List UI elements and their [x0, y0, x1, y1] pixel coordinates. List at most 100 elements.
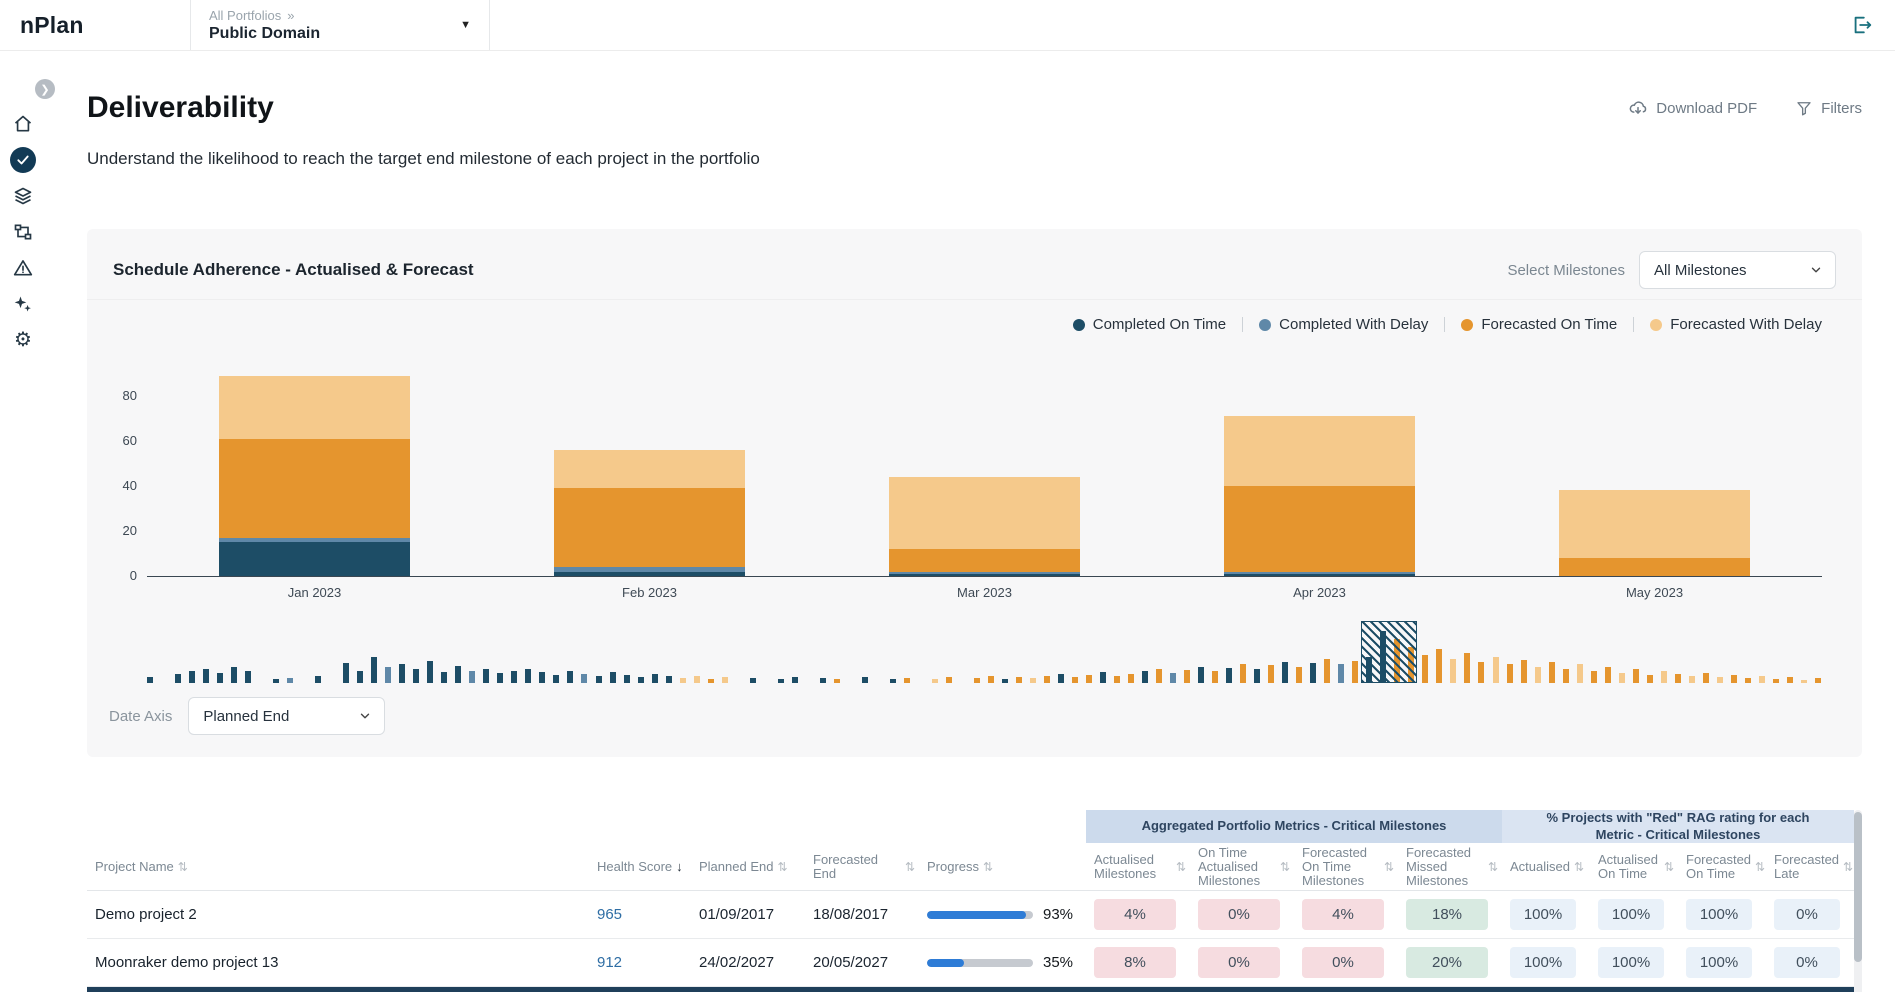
- minimap-bar: [273, 679, 279, 683]
- column-header-forecasted-end[interactable]: Forecasted End⇅: [805, 853, 919, 881]
- table-vertical-scrollbar[interactable]: [1854, 810, 1862, 992]
- forecasted-on-time-segment: [1559, 558, 1750, 576]
- table-row[interactable]: Demo project 296501/09/201718/08/201793%…: [87, 891, 1862, 939]
- column-header-health-score[interactable]: Health Score↓: [589, 860, 691, 874]
- column-header-actualised[interactable]: Actualised⇅: [1502, 860, 1590, 874]
- filters-button[interactable]: Filters: [1795, 99, 1862, 117]
- column-header-actualised-milestones[interactable]: Actualised Milestones⇅: [1086, 853, 1190, 881]
- metric-cell: 100%: [1502, 891, 1590, 938]
- minimap-bar: [1058, 674, 1064, 683]
- bar-feb-2023[interactable]: [554, 363, 745, 576]
- date-axis-select[interactable]: Planned End: [188, 697, 385, 735]
- minimap-bar: [1464, 653, 1470, 683]
- progress-label: 93%: [1043, 906, 1073, 923]
- sidebar-item-portfolios[interactable]: [10, 183, 36, 209]
- sidebar-item-deliverability[interactable]: [10, 147, 36, 173]
- column-header-forecasted-on-time[interactable]: Forecasted On Time⇅: [1678, 853, 1766, 881]
- minimap-bar: [1717, 677, 1723, 683]
- minimap-bar: [1086, 675, 1092, 683]
- projects-table: Aggregated Portfolio Metrics - Critical …: [87, 810, 1862, 992]
- group-header-spacer: [87, 810, 1086, 843]
- minimap-bar: [567, 671, 573, 683]
- sidebar-item-home[interactable]: [10, 111, 36, 137]
- legend-divider: [1444, 317, 1445, 332]
- column-header-on-time-actualised-milestones[interactable]: On Time Actualised Milestones⇅: [1190, 846, 1294, 888]
- minimap-bar: [1044, 676, 1050, 683]
- milestones-select[interactable]: All Milestones: [1639, 251, 1836, 289]
- sign-out-icon: [1851, 14, 1873, 36]
- health-score-link[interactable]: 912: [597, 954, 622, 971]
- minimap-bar: [694, 676, 700, 683]
- minimap-bar: [539, 672, 545, 683]
- page-subtitle: Understand the likelihood to reach the t…: [87, 149, 1862, 169]
- column-header-forecasted-on-time-milestones[interactable]: Forecasted On Time Milestones⇅: [1294, 846, 1398, 888]
- sidebar-expand-button[interactable]: ❯: [35, 79, 55, 99]
- sort-icon: ⇅: [983, 860, 993, 874]
- gear-icon: ⚙: [14, 330, 32, 350]
- minimap-bar: [1549, 662, 1555, 683]
- minimap-bar: [750, 678, 756, 683]
- legend-dot-icon: [1259, 319, 1271, 331]
- metric-badge: 100%: [1686, 899, 1752, 930]
- minimap-selection-brush[interactable]: [1361, 621, 1417, 683]
- sidebar-item-insights[interactable]: [10, 291, 36, 317]
- column-header-label: Progress: [927, 860, 979, 874]
- health-score-link[interactable]: 965: [597, 906, 622, 923]
- logout-button[interactable]: [1851, 14, 1873, 36]
- page-title: Deliverability: [87, 91, 274, 125]
- progress-cell: 93%: [919, 891, 1086, 938]
- scrollbar-thumb[interactable]: [1854, 812, 1862, 962]
- bar-may-2023[interactable]: [1559, 363, 1750, 576]
- column-header-forecasted-late[interactable]: Forecasted Late⇅: [1766, 853, 1854, 881]
- minimap-bar: [1759, 676, 1765, 683]
- sidebar-item-settings[interactable]: ⚙: [10, 327, 36, 353]
- minimap-bar: [357, 671, 363, 683]
- breadcrumb-parent[interactable]: All Portfolios: [209, 8, 281, 23]
- bar-mar-2023[interactable]: [889, 363, 1080, 576]
- warning-triangle-icon: [13, 258, 33, 278]
- column-header-planned-end[interactable]: Planned End⇅: [691, 860, 805, 874]
- download-pdf-label: Download PDF: [1656, 100, 1757, 117]
- bar-series: [147, 363, 1822, 576]
- milestones-select-value: All Milestones: [1654, 262, 1747, 279]
- column-header-label: Forecasted Late: [1774, 853, 1839, 881]
- progress-bar: [927, 911, 1033, 919]
- sidebar-item-milestones[interactable]: [10, 219, 36, 245]
- sidebar-item-risks[interactable]: [10, 255, 36, 281]
- column-header-forecasted-missed-milestones[interactable]: Forecasted Missed Milestones⇅: [1398, 846, 1502, 888]
- column-header-project-name[interactable]: Project Name⇅: [87, 860, 589, 874]
- minimap-bar: [932, 679, 938, 683]
- y-axis-tick: 20: [101, 523, 137, 538]
- metric-badge: 4%: [1302, 899, 1384, 930]
- sort-desc-icon: ↓: [676, 860, 683, 874]
- legend-item-forecasted-with-delay: Forecasted With Delay: [1650, 316, 1822, 333]
- minimap-bar: [1577, 664, 1583, 683]
- bar-apr-2023[interactable]: [1224, 363, 1415, 576]
- minimap-bar: [792, 677, 798, 683]
- minimap-bar: [1731, 675, 1737, 683]
- column-header-actualised-on-time[interactable]: Actualised On Time⇅: [1590, 853, 1678, 881]
- sidebar: ❯ ⚙: [0, 51, 46, 992]
- table-row[interactable]: Moonraker demo project 1391224/02/202720…: [87, 939, 1862, 987]
- metric-badge: 100%: [1598, 947, 1664, 978]
- download-pdf-button[interactable]: Download PDF: [1628, 98, 1757, 118]
- forecasted-with-delay-segment: [1559, 490, 1750, 558]
- legend-dot-icon: [1073, 319, 1085, 331]
- minimap-bar: [343, 663, 349, 683]
- portfolio-selector[interactable]: All Portfolios » Public Domain ▼: [190, 0, 490, 50]
- minimap-bar: [287, 678, 293, 683]
- planned-end-cell: 24/02/2027: [691, 939, 805, 986]
- progress-cell: 35%: [919, 939, 1086, 986]
- bar-jan-2023[interactable]: [219, 363, 410, 576]
- column-header-progress[interactable]: Progress ⇅: [919, 860, 1086, 874]
- metric-badge: 0%: [1774, 899, 1840, 930]
- minimap-bar: [1507, 664, 1513, 683]
- project-name-cell: Moonraker demo project 13: [87, 939, 589, 986]
- metric-cell: 100%: [1590, 939, 1678, 986]
- date-distribution-minimap[interactable]: [147, 621, 1822, 683]
- minimap-bar: [441, 672, 447, 683]
- minimap-bar: [1212, 671, 1218, 683]
- layers-icon: [13, 186, 33, 206]
- legend-label: Forecasted On Time: [1481, 316, 1617, 333]
- minimap-bar: [553, 675, 559, 683]
